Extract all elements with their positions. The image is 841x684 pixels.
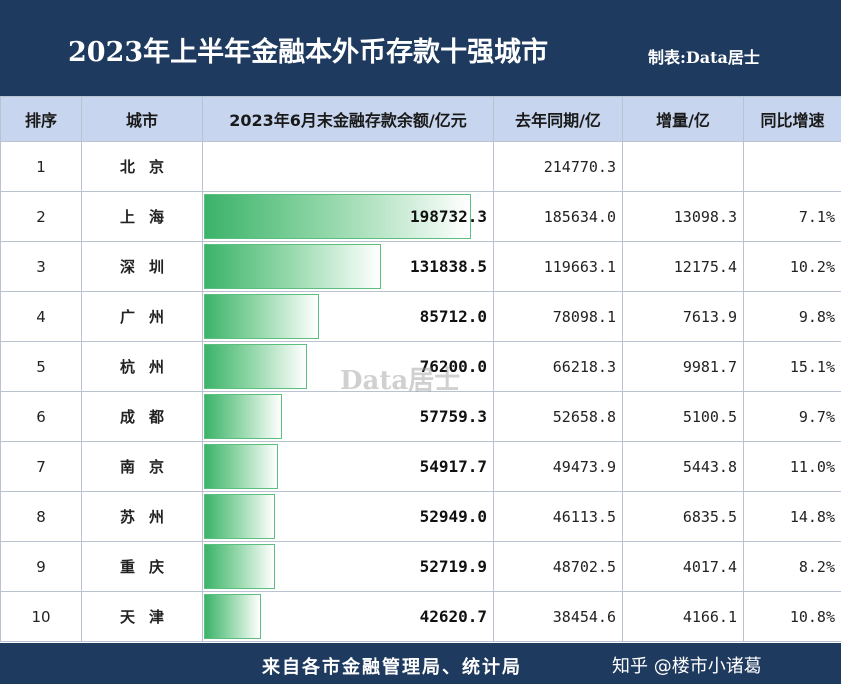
- rank-cell: 3: [0, 241, 82, 292]
- growth-cell: 7.1%: [743, 191, 841, 242]
- balance-cell: 198732.3: [202, 191, 494, 242]
- balance-cell: 57759.3: [202, 391, 494, 442]
- title-banner: 2023年上半年金融本外币存款十强城市 制表:Data居士: [0, 0, 841, 96]
- city-cell: 广州: [81, 291, 203, 342]
- balance-cell: 52949.0: [202, 491, 494, 542]
- city-cell: 成都: [81, 391, 203, 442]
- balance-cell: [202, 141, 494, 192]
- rank-cell: 7: [0, 441, 82, 492]
- growth-cell: 11.0%: [743, 441, 841, 492]
- balance-bar: [204, 394, 282, 439]
- rank-cell: 8: [0, 491, 82, 542]
- balance-value: 85712.0: [419, 307, 487, 326]
- increase-cell: 5443.8: [622, 441, 744, 492]
- table-row: 2 上海 198732.3 185634.0 13098.3 7.1%: [0, 191, 841, 242]
- column-header-growth: 同比增速: [743, 96, 841, 142]
- rank-cell: 4: [0, 291, 82, 342]
- increase-cell: [622, 141, 744, 192]
- balance-value: 131838.5: [409, 257, 487, 276]
- previous-cell: 119663.1: [493, 241, 623, 292]
- table-row: 3 深圳 131838.5 119663.1 12175.4 10.2%: [0, 241, 841, 292]
- footer-banner: 来自各市金融管理局、统计局 知乎 @楼市小诸葛: [0, 643, 841, 684]
- growth-cell: 15.1%: [743, 341, 841, 392]
- table-row: 9 重庆 52719.9 48702.5 4017.4 8.2%: [0, 541, 841, 592]
- balance-bar: [204, 444, 278, 489]
- credit-label: 制表:Data居士: [648, 48, 760, 67]
- increase-cell: 4017.4: [622, 541, 744, 592]
- city-cell: 北京: [81, 141, 203, 192]
- previous-cell: 214770.3: [493, 141, 623, 192]
- column-header-previous: 去年同期/亿: [493, 96, 623, 142]
- table-row: 6 成都 57759.3 52658.8 5100.5 9.7%: [0, 391, 841, 442]
- balance-bar: [204, 244, 381, 289]
- table-row: 1 北京 214770.3: [0, 141, 841, 192]
- rank-cell: 9: [0, 541, 82, 592]
- table-row: 4 广州 85712.0 78098.1 7613.9 9.8%: [0, 291, 841, 342]
- balance-bar: [204, 344, 307, 389]
- table-row: 7 南京 54917.7 49473.9 5443.8 11.0%: [0, 441, 841, 492]
- column-header-rank: 排序: [0, 96, 82, 142]
- balance-value: 198732.3: [409, 207, 487, 226]
- previous-cell: 185634.0: [493, 191, 623, 242]
- source-note: 来自各市金融管理局、统计局: [262, 657, 522, 678]
- previous-cell: 52658.8: [493, 391, 623, 442]
- rank-cell: 2: [0, 191, 82, 242]
- balance-cell: 52719.9: [202, 541, 494, 592]
- balance-value: 54917.7: [419, 457, 487, 476]
- balance-value: 57759.3: [419, 407, 487, 426]
- balance-value: 52719.9: [419, 557, 487, 576]
- city-cell: 天津: [81, 591, 203, 642]
- growth-cell: [743, 141, 841, 192]
- balance-value: 42620.7: [419, 607, 487, 626]
- city-cell: 重庆: [81, 541, 203, 592]
- rank-cell: 5: [0, 341, 82, 392]
- growth-cell: 10.2%: [743, 241, 841, 292]
- growth-cell: 9.8%: [743, 291, 841, 342]
- rank-cell: 1: [0, 141, 82, 192]
- balance-cell: 54917.7: [202, 441, 494, 492]
- city-cell: 苏州: [81, 491, 203, 542]
- balance-bar: [204, 594, 261, 639]
- previous-cell: 48702.5: [493, 541, 623, 592]
- previous-cell: 38454.6: [493, 591, 623, 642]
- previous-cell: 46113.5: [493, 491, 623, 542]
- city-cell: 南京: [81, 441, 203, 492]
- increase-cell: 5100.5: [622, 391, 744, 442]
- city-cell: 深圳: [81, 241, 203, 292]
- increase-cell: 6835.5: [622, 491, 744, 542]
- growth-cell: 14.8%: [743, 491, 841, 542]
- balance-bar: [204, 494, 275, 539]
- table-header-row: 排序 城市 2023年6月末金融存款余额/亿元 去年同期/亿 增量/亿 同比增速: [0, 96, 841, 142]
- watermark: Data居士: [340, 366, 461, 396]
- table-row: 10 天津 42620.7 38454.6 4166.1 10.8%: [0, 591, 841, 642]
- previous-cell: 78098.1: [493, 291, 623, 342]
- increase-cell: 13098.3: [622, 191, 744, 242]
- table-row: 8 苏州 52949.0 46113.5 6835.5 14.8%: [0, 491, 841, 542]
- growth-cell: 10.8%: [743, 591, 841, 642]
- balance-bar: [204, 544, 275, 589]
- page-title: 2023年上半年金融本外币存款十强城市: [68, 37, 549, 68]
- increase-cell: 4166.1: [622, 591, 744, 642]
- growth-cell: 9.7%: [743, 391, 841, 442]
- previous-cell: 66218.3: [493, 341, 623, 392]
- rank-cell: 6: [0, 391, 82, 442]
- balance-cell: 85712.0: [202, 291, 494, 342]
- column-header-increase: 增量/亿: [622, 96, 744, 142]
- growth-cell: 8.2%: [743, 541, 841, 592]
- column-header-balance: 2023年6月末金融存款余额/亿元: [202, 96, 494, 142]
- city-cell: 上海: [81, 191, 203, 242]
- previous-cell: 49473.9: [493, 441, 623, 492]
- balance-value: 52949.0: [419, 507, 487, 526]
- balance-cell: 131838.5: [202, 241, 494, 292]
- increase-cell: 7613.9: [622, 291, 744, 342]
- column-header-city: 城市: [81, 96, 203, 142]
- balance-bar: [204, 294, 319, 339]
- city-cell: 杭州: [81, 341, 203, 392]
- increase-cell: 9981.7: [622, 341, 744, 392]
- balance-cell: 42620.7: [202, 591, 494, 642]
- rank-cell: 10: [0, 591, 82, 642]
- zhihu-watermark: 知乎 @楼市小诸葛: [612, 656, 762, 677]
- increase-cell: 12175.4: [622, 241, 744, 292]
